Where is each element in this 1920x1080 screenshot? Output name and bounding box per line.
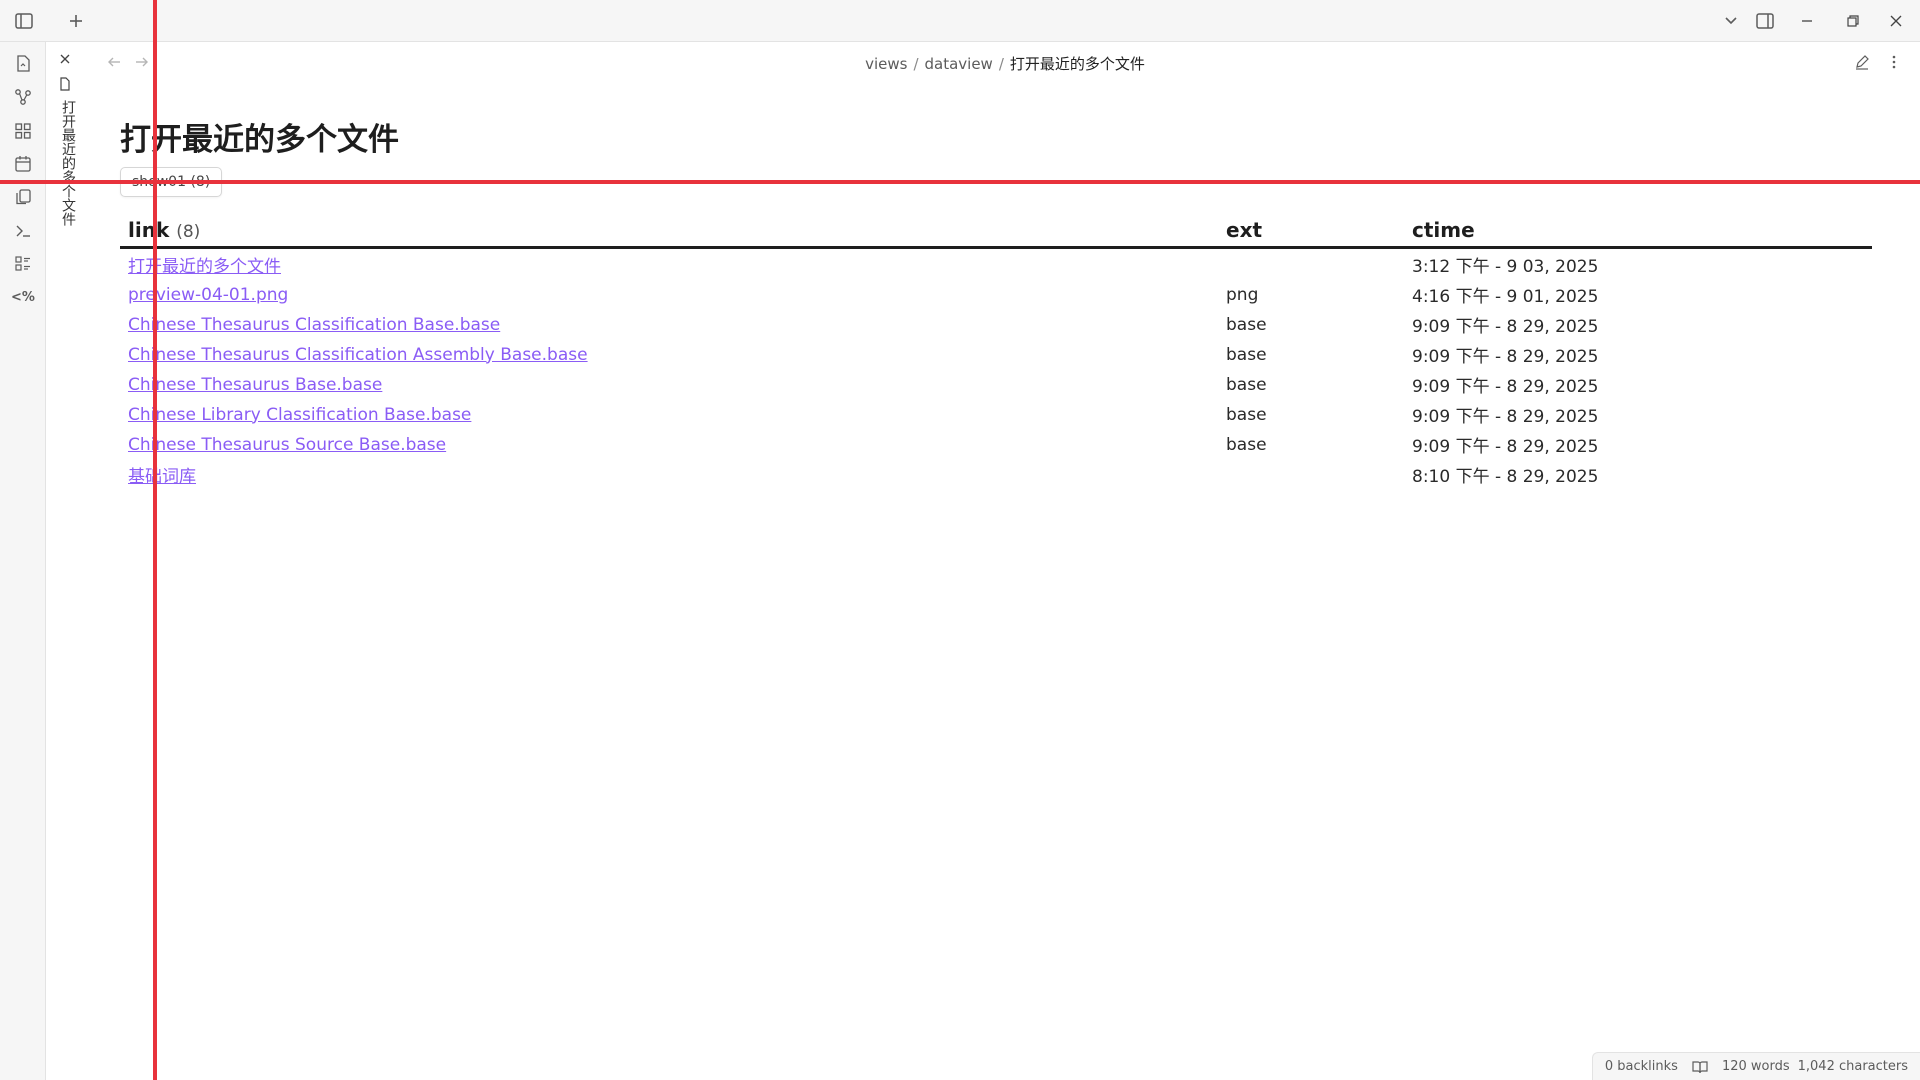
chevron-down-icon[interactable] xyxy=(1719,9,1743,33)
table-row: Chinese Thesaurus Source Base.base base … xyxy=(120,429,1872,459)
canvas-icon[interactable] xyxy=(11,119,35,143)
status-bar: 0 backlinks 120 words 1,042 characters xyxy=(1591,1052,1920,1080)
ctime-cell: 8:10 下午 - 8 29, 2025 xyxy=(1412,467,1599,487)
copy-icon[interactable] xyxy=(11,185,35,209)
list-icon[interactable] xyxy=(11,252,35,276)
terminal-icon[interactable] xyxy=(11,219,35,243)
word-count: 120 words xyxy=(1721,1059,1790,1074)
table-row: Chinese Thesaurus Classification Assembl… xyxy=(120,339,1872,369)
file-link[interactable]: Chinese Thesaurus Classification Base.ba… xyxy=(128,315,500,335)
minimize-icon[interactable] xyxy=(1795,9,1819,33)
character-count: 1,042 characters xyxy=(1797,1059,1908,1074)
pencil-icon[interactable] xyxy=(1852,52,1872,72)
plus-icon[interactable] xyxy=(64,9,88,33)
ext-cell: base xyxy=(1226,344,1267,365)
horizontal-guide-line xyxy=(0,180,1920,184)
ctime-cell: 9:09 下午 - 8 29, 2025 xyxy=(1412,347,1599,367)
restore-icon[interactable] xyxy=(1841,9,1865,33)
backlinks-count[interactable]: 0 backlinks xyxy=(1605,1059,1678,1074)
graph-icon[interactable] xyxy=(11,85,35,109)
view-header: views / dataview / 打开最近的多个文件 xyxy=(90,42,1920,82)
table-row: Chinese Library Classification Base.base… xyxy=(120,399,1872,429)
file-link[interactable]: Chinese Thesaurus Classification Assembl… xyxy=(128,345,588,365)
ctime-cell: 4:16 下午 - 9 01, 2025 xyxy=(1412,287,1599,307)
column-header-ctime[interactable]: ctime xyxy=(1404,212,1872,249)
table-row: 打开最近的多个文件 3:12 下午 - 9 03, 2025 xyxy=(120,248,1872,280)
ext-cell: png xyxy=(1226,284,1259,305)
ctime-cell: 3:12 下午 - 9 03, 2025 xyxy=(1412,257,1599,277)
column-header-ext[interactable]: ext xyxy=(1218,212,1404,249)
file-link[interactable]: Chinese Thesaurus Source Base.base xyxy=(128,435,446,455)
breadcrumb-item[interactable]: dataview xyxy=(925,55,993,73)
stacked-tab-title[interactable]: 打开最近的多个文件 xyxy=(58,100,78,226)
ext-cell: base xyxy=(1226,374,1267,395)
breadcrumb-item[interactable]: views xyxy=(865,55,907,73)
breadcrumb: views / dataview / 打开最近的多个文件 xyxy=(90,53,1920,74)
table-header-row: link (8) ext ctime xyxy=(120,212,1872,249)
file-switch-icon[interactable] xyxy=(11,52,35,76)
dataview-table: link (8) ext ctime 打开最近的多个文件 3:12 下午 - 9… xyxy=(120,212,1872,489)
ctime-cell: 9:09 下午 - 8 29, 2025 xyxy=(1412,377,1599,397)
file-link[interactable]: 基础词库 xyxy=(128,467,196,487)
file-icon xyxy=(56,75,74,93)
table-row: 基础词库 8:10 下午 - 8 29, 2025 xyxy=(120,459,1872,489)
row-count: (8) xyxy=(176,222,201,242)
templater-icon[interactable]: <% xyxy=(11,285,35,309)
left-ribbon: <% xyxy=(0,42,46,1080)
sidebar-left-icon[interactable] xyxy=(12,9,36,33)
more-vertical-icon[interactable] xyxy=(1884,52,1904,72)
ctime-cell: 9:09 下午 - 8 29, 2025 xyxy=(1412,317,1599,337)
title-bar xyxy=(0,0,1920,42)
close-icon[interactable] xyxy=(1884,9,1908,33)
ext-cell: base xyxy=(1226,314,1267,335)
ctime-cell: 9:09 下午 - 8 29, 2025 xyxy=(1412,407,1599,427)
breadcrumb-separator: / xyxy=(913,55,919,73)
breadcrumb-separator: / xyxy=(998,55,1004,73)
ctime-cell: 9:09 下午 - 8 29, 2025 xyxy=(1412,437,1599,457)
vertical-guide-line xyxy=(153,0,157,1080)
ext-cell: base xyxy=(1226,434,1267,455)
sidebar-right-icon[interactable] xyxy=(1753,9,1777,33)
book-open-icon[interactable] xyxy=(1692,1060,1708,1074)
table-row: Chinese Thesaurus Classification Base.ba… xyxy=(120,309,1872,339)
close-icon[interactable] xyxy=(56,50,74,68)
file-link[interactable]: 打开最近的多个文件 xyxy=(128,257,281,277)
table-row: Chinese Thesaurus Base.base base 9:09 下午… xyxy=(120,369,1872,399)
breadcrumb-current[interactable]: 打开最近的多个文件 xyxy=(1010,55,1145,73)
table-row: preview-04-01.png png 4:16 下午 - 9 01, 20… xyxy=(120,279,1872,309)
page-title: 打开最近的多个文件 xyxy=(120,122,399,158)
column-header-label: link xyxy=(128,218,170,242)
file-link[interactable]: Chinese Library Classification Base.base xyxy=(128,405,471,425)
ext-cell xyxy=(1218,459,1404,489)
ext-cell xyxy=(1218,248,1404,280)
file-link[interactable]: Chinese Thesaurus Base.base xyxy=(128,375,382,395)
ext-cell: base xyxy=(1226,404,1267,425)
column-header-link[interactable]: link (8) xyxy=(120,212,1218,249)
calendar-icon[interactable] xyxy=(11,152,35,176)
